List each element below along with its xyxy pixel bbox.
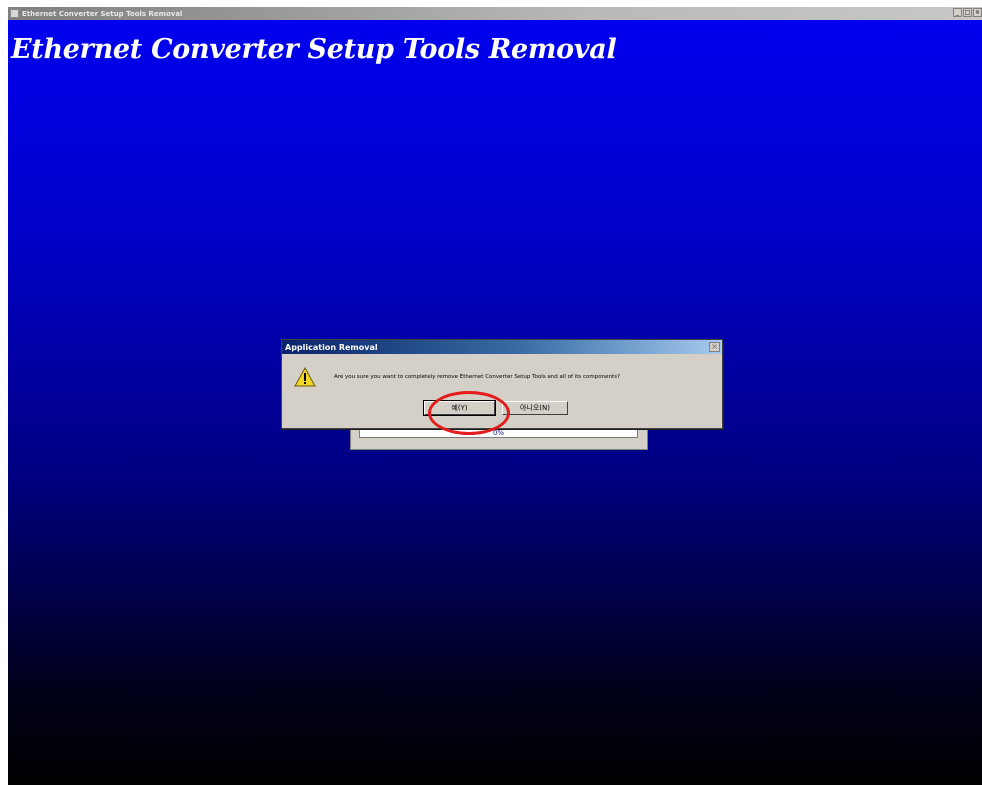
window-title: Ethernet Converter Setup Tools Removal	[22, 9, 183, 18]
dialog-close-button[interactable]: ×	[709, 342, 720, 352]
app-heading: Ethernet Converter Setup Tools Removal	[11, 34, 617, 65]
highlight-circle	[428, 391, 510, 435]
app-icon	[10, 9, 19, 18]
dialog-title: Application Removal	[285, 342, 378, 352]
window-controls: _ □ ×	[953, 8, 982, 17]
progress-bar: 0%	[359, 429, 638, 438]
warning-icon	[294, 367, 316, 387]
window-close-button[interactable]: ×	[973, 8, 982, 17]
window-titlebar[interactable]: Ethernet Converter Setup Tools Removal _…	[8, 7, 982, 20]
minimize-button[interactable]: _	[953, 8, 962, 17]
dialog-titlebar[interactable]: Application Removal ×	[282, 340, 722, 354]
maximize-button[interactable]: □	[963, 8, 972, 17]
progress-percent: 0%	[492, 429, 505, 437]
dialog-message: Are you sure you want to completely remo…	[334, 374, 620, 380]
no-button[interactable]: 아니오(N)	[502, 401, 568, 415]
